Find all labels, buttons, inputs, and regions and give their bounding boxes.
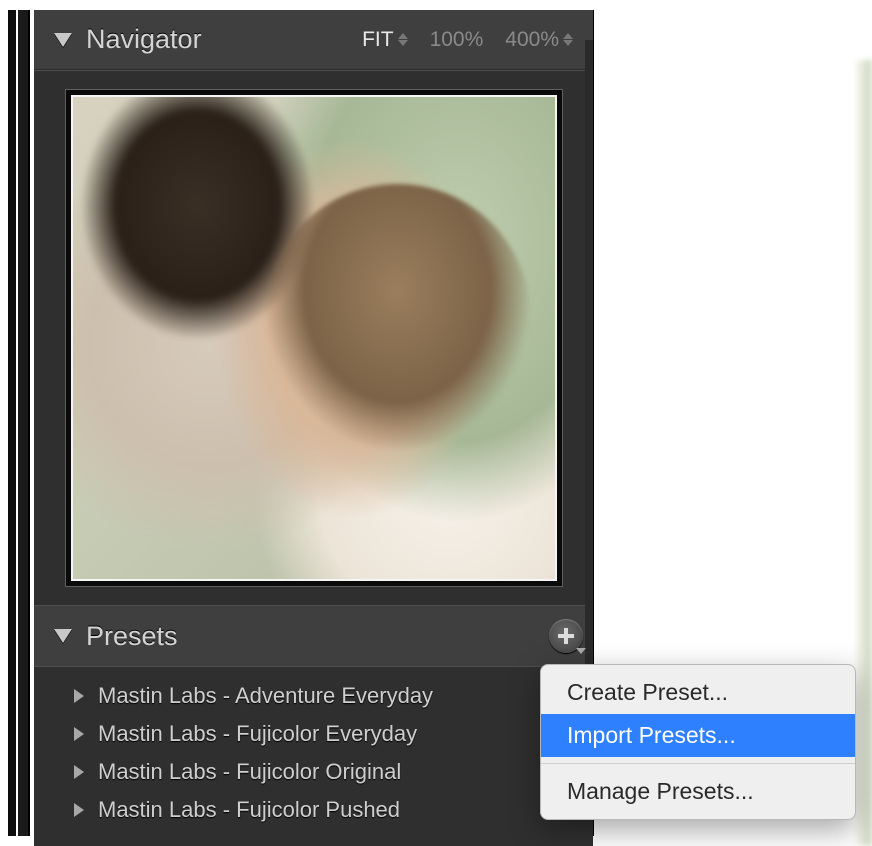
presets-header[interactable]: Presets bbox=[34, 606, 593, 666]
navigator-thumbnail-frame[interactable] bbox=[65, 89, 563, 587]
preset-folder-label: Mastin Labs - Adventure Everyday bbox=[98, 683, 433, 709]
window-edge bbox=[8, 10, 16, 836]
presets-list: Mastin Labs - Adventure Everyday Mastin … bbox=[34, 666, 593, 846]
expand-icon[interactable] bbox=[74, 689, 84, 703]
expand-icon[interactable] bbox=[74, 765, 84, 779]
preset-folder[interactable]: Mastin Labs - Fujicolor Everyday bbox=[34, 715, 593, 753]
collapse-icon[interactable] bbox=[54, 33, 72, 47]
expand-icon[interactable] bbox=[74, 803, 84, 817]
collapse-icon[interactable] bbox=[54, 629, 72, 643]
stepper-icon[interactable] bbox=[398, 33, 408, 46]
expand-icon[interactable] bbox=[74, 727, 84, 741]
zoom-100-label: 100% bbox=[430, 28, 484, 52]
add-preset-button[interactable] bbox=[549, 619, 583, 653]
preset-folder-label: Mastin Labs - Fujicolor Pushed bbox=[98, 797, 400, 823]
zoom-fit[interactable]: FIT bbox=[362, 28, 408, 52]
zoom-fit-label: FIT bbox=[362, 28, 394, 52]
zoom-100[interactable]: 100% bbox=[430, 28, 484, 52]
panel-rail[interactable] bbox=[18, 10, 30, 836]
preset-folder[interactable]: Mastin Labs - Fujicolor Pushed bbox=[34, 791, 593, 829]
navigator-title: Navigator bbox=[86, 24, 362, 55]
menu-create-preset[interactable]: Create Preset... bbox=[541, 671, 855, 714]
presets-title: Presets bbox=[86, 621, 549, 652]
app-frame: Navigator FIT 100% 400% bbox=[0, 0, 872, 846]
left-panel: Navigator FIT 100% 400% bbox=[34, 10, 594, 836]
menu-separator bbox=[541, 763, 855, 764]
preset-folder-label: Mastin Labs - Fujicolor Everyday bbox=[98, 721, 417, 747]
presets-context-menu: Create Preset... Import Presets... Manag… bbox=[540, 664, 856, 820]
zoom-controls: FIT 100% 400% bbox=[362, 28, 573, 52]
dropdown-indicator-icon bbox=[576, 648, 586, 654]
menu-manage-presets[interactable]: Manage Presets... bbox=[541, 770, 855, 813]
menu-import-presets[interactable]: Import Presets... bbox=[541, 714, 855, 757]
zoom-400-label: 400% bbox=[505, 28, 559, 52]
preset-folder[interactable]: Mastin Labs - Fujicolor Original bbox=[34, 753, 593, 791]
navigator-thumbnail[interactable] bbox=[71, 95, 557, 581]
zoom-400[interactable]: 400% bbox=[505, 28, 573, 52]
main-photo-sliver bbox=[856, 60, 872, 846]
navigator-body bbox=[34, 70, 593, 606]
preset-folder[interactable]: Mastin Labs - Adventure Everyday bbox=[34, 677, 593, 715]
navigator-header[interactable]: Navigator FIT 100% 400% bbox=[34, 10, 593, 70]
stepper-icon[interactable] bbox=[563, 33, 573, 46]
preset-folder-label: Mastin Labs - Fujicolor Original bbox=[98, 759, 401, 785]
